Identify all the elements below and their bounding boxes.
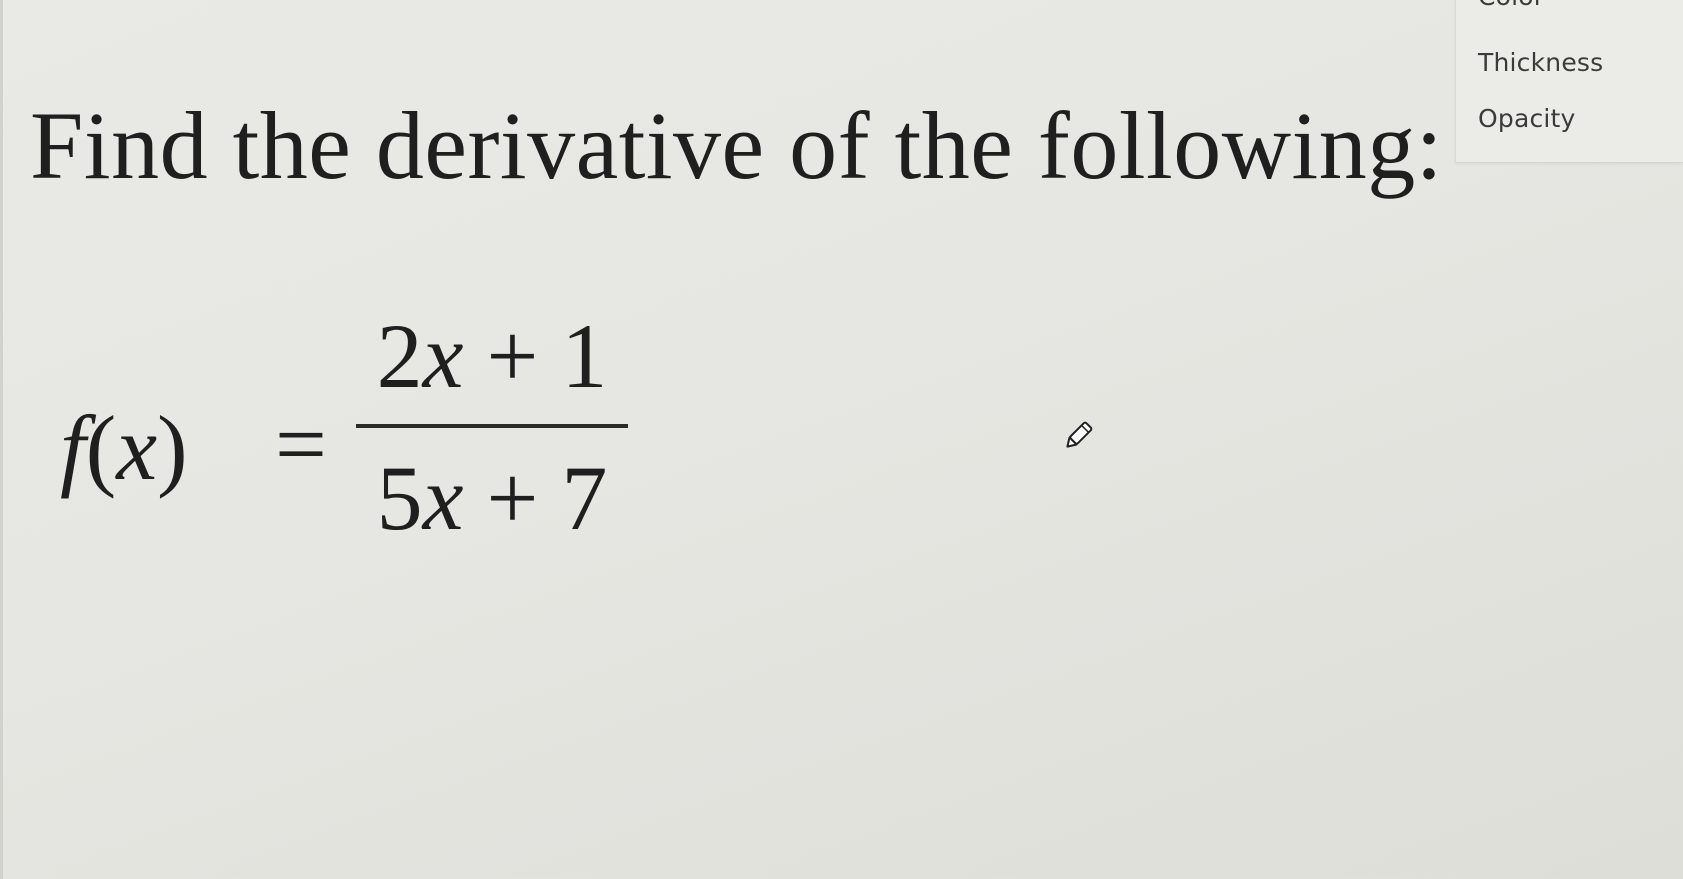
equation: f(x) = 2x + 1 5x + 7 [60, 300, 700, 580]
open-paren: ( [85, 397, 117, 499]
pen-cursor-icon [1060, 418, 1096, 454]
numerator-operator: + [463, 305, 562, 407]
equation-lhs: f(x) [60, 402, 188, 494]
slide-title: Find the derivative of the following: [30, 92, 1443, 199]
numerator-coefficient: 2 [376, 305, 423, 407]
denominator: 5x + 7 [356, 452, 628, 544]
numerator-constant: 1 [561, 305, 608, 407]
function-argument: x [116, 397, 158, 499]
numerator: 2x + 1 [356, 310, 628, 402]
pen-thickness-option[interactable]: Thickness [1478, 48, 1603, 77]
denominator-coefficient: 5 [376, 447, 423, 549]
numerator-variable: x [422, 305, 464, 407]
close-paren: ) [157, 397, 188, 499]
denominator-constant: 7 [561, 447, 608, 549]
pen-color-option[interactable]: Color [1478, 0, 1544, 11]
function-name: f [60, 397, 86, 499]
pen-opacity-option[interactable]: Opacity [1478, 104, 1576, 133]
equals-sign: = [275, 393, 327, 495]
fraction: 2x + 1 5x + 7 [356, 300, 628, 580]
pen-options-panel: Color Thickness Opacity [1455, 0, 1683, 163]
slide-edge [0, 0, 3, 879]
denominator-operator: + [463, 447, 562, 549]
denominator-variable: x [422, 447, 464, 549]
fraction-bar [356, 424, 628, 428]
